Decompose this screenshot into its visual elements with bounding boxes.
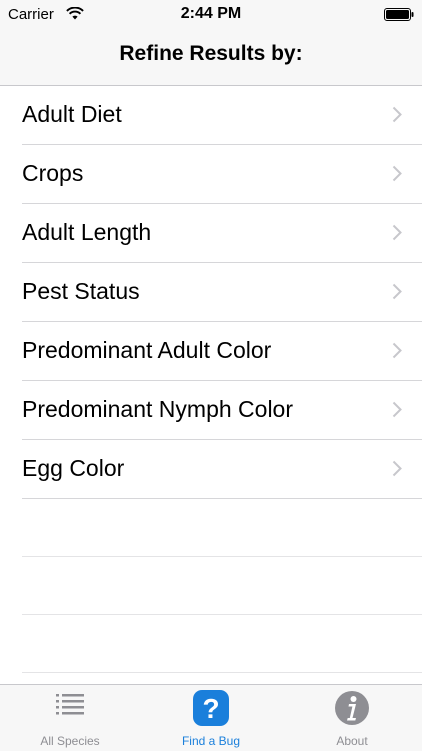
status-bar: Carrier 2:44 PM [0, 0, 422, 28]
filter-row-predominant-nymph-color[interactable]: Predominant Nymph Color [22, 381, 422, 440]
filter-label: Predominant Nymph Color [22, 396, 294, 422]
filter-list: Adult Diet Crops Adult Length Pest Statu… [0, 86, 422, 673]
page-title: Refine Results by: [119, 42, 303, 65]
battery-icon [384, 8, 414, 21]
tab-label: Find a Bug [181, 734, 241, 748]
filter-row-egg-color[interactable]: Egg Color [22, 440, 422, 499]
empty-row [22, 557, 422, 615]
tab-label: All Species [40, 734, 100, 748]
filter-label: Predominant Adult Color [22, 337, 272, 363]
chevron-right-icon [392, 224, 402, 241]
filter-row-pest-status[interactable]: Pest Status [22, 263, 422, 322]
tab-bar: All Species ? Find a Bug About [0, 684, 422, 751]
chevron-right-icon [392, 165, 402, 182]
tab-find-a-bug[interactable]: ? Find a Bug [141, 685, 281, 751]
filter-row-predominant-adult-color[interactable]: Predominant Adult Color [22, 322, 422, 381]
empty-row [22, 499, 422, 557]
navigation-bar: Refine Results by: [0, 28, 422, 86]
question-icon: ? [193, 690, 229, 726]
filter-label: Adult Diet [22, 101, 122, 127]
tab-label: About [336, 734, 368, 748]
chevron-right-icon [392, 401, 402, 418]
filter-label: Pest Status [22, 278, 140, 304]
list-icon [56, 694, 84, 715]
clock: 2:44 PM [180, 5, 242, 22]
chevron-right-icon [392, 342, 402, 359]
filter-row-adult-length[interactable]: Adult Length [22, 204, 422, 263]
tab-all-species[interactable]: All Species [0, 685, 140, 751]
chevron-right-icon [392, 106, 402, 123]
info-icon [335, 691, 369, 725]
filter-row-crops[interactable]: Crops [22, 145, 422, 204]
filter-label: Adult Length [22, 219, 152, 245]
filter-label: Crops [22, 160, 84, 186]
filter-label: Egg Color [22, 455, 125, 481]
tab-about[interactable]: About [282, 685, 422, 751]
filter-row-adult-diet[interactable]: Adult Diet [22, 86, 422, 145]
chevron-right-icon [392, 283, 402, 300]
empty-row [22, 615, 422, 673]
chevron-right-icon [392, 460, 402, 477]
svg-text:?: ? [202, 693, 219, 724]
